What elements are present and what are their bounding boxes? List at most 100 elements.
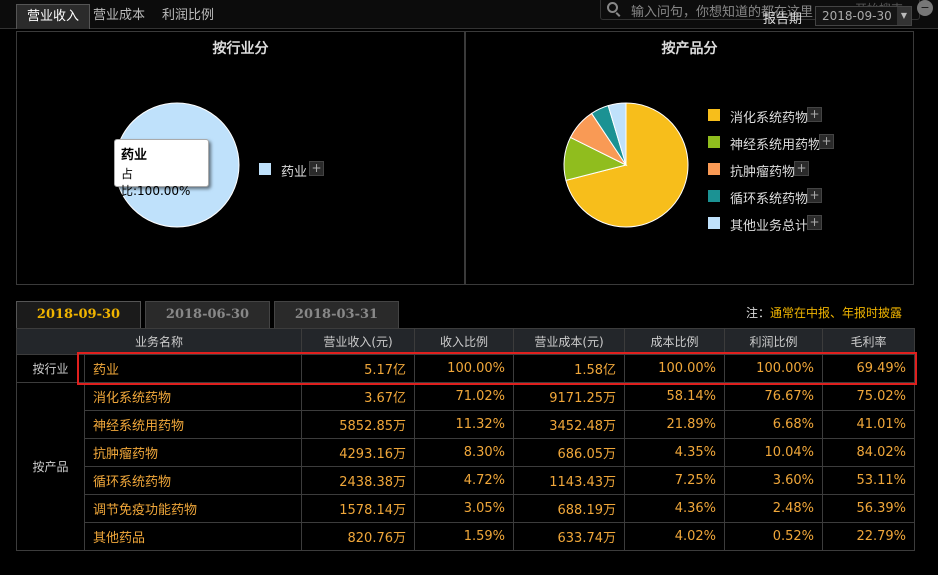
close-icon[interactable]: − xyxy=(917,0,933,16)
row-revenue-ratio: 8.30% xyxy=(414,438,515,467)
tooltip-title: 药业 xyxy=(121,148,148,163)
table-row[interactable]: 按行业 药业 5.17亿 100.00% 1.58亿 100.00% 100.0… xyxy=(16,354,916,383)
industry-pie-chart xyxy=(114,102,240,228)
header-cost[interactable]: 营业成本(元) xyxy=(513,328,626,355)
row-name: 调节免疫功能药物 xyxy=(83,494,303,523)
expand-plus-icon[interactable]: + xyxy=(309,161,324,176)
row-name: 神经系统用药物 xyxy=(83,410,303,439)
pie-tooltip: 药业 占比:100.00% xyxy=(114,139,209,198)
search-icon[interactable] xyxy=(607,2,618,13)
date-tab-2018-03-31[interactable]: 2018-03-31 xyxy=(274,301,399,328)
row-revenue-ratio: 1.59% xyxy=(414,522,515,551)
legend-label: 药业 xyxy=(281,165,308,180)
row-name: 消化系统药物 xyxy=(83,382,303,411)
expand-plus-icon[interactable]: + xyxy=(807,215,822,230)
row-cost-ratio: 4.36% xyxy=(624,494,726,523)
legend-swatch xyxy=(708,109,720,121)
row-revenue-ratio: 4.72% xyxy=(414,466,515,495)
expand-plus-icon[interactable]: + xyxy=(819,134,834,149)
table-row[interactable]: 抗肿瘤药物 4293.16万 8.30% 686.05万 4.35% 10.04… xyxy=(17,438,916,467)
row-revenue-ratio: 11.32% xyxy=(414,410,515,439)
row-revenue: 2438.38万 xyxy=(301,466,416,495)
row-revenue-ratio: 100.00% xyxy=(414,354,515,383)
row-cost-ratio: 21.89% xyxy=(624,410,726,439)
row-profit-ratio: 2.48% xyxy=(724,494,824,523)
row-revenue: 4293.16万 xyxy=(301,438,416,467)
row-revenue: 3.67亿 xyxy=(301,382,416,411)
legend-label: 循环系统药物 xyxy=(730,192,809,207)
row-profit-ratio: 3.60% xyxy=(724,466,824,495)
table-row[interactable]: 循环系统药物 2438.38万 4.72% 1143.43万 7.25% 3.6… xyxy=(17,466,916,495)
row-cost: 633.74万 xyxy=(513,522,626,551)
row-profit-ratio: 76.67% xyxy=(724,382,824,411)
header-revenue-ratio[interactable]: 收入比例 xyxy=(414,328,515,355)
legend-swatch xyxy=(259,163,271,175)
date-tab-2018-06-30[interactable]: 2018-06-30 xyxy=(145,301,270,328)
row-name: 其他药品 xyxy=(83,522,303,551)
row-cost-ratio: 58.14% xyxy=(624,382,726,411)
row-profit-ratio: 10.04% xyxy=(724,438,824,467)
legend-label: 消化系统药物 xyxy=(730,111,809,126)
table-header-row: 业务名称 营业收入(元) 收入比例 营业成本(元) 成本比例 利润比例 毛利率 xyxy=(15,328,916,355)
disclosure-note: 注：通常在中报、年报时披露 xyxy=(746,304,902,321)
row-cost: 686.05万 xyxy=(513,438,626,467)
header-revenue[interactable]: 营业收入(元) xyxy=(301,328,416,355)
header-business-name[interactable]: 业务名称 xyxy=(15,328,303,355)
table-row[interactable]: 神经系统用药物 5852.85万 11.32% 3452.48万 21.89% … xyxy=(17,410,916,439)
header-gross-margin[interactable]: 毛利率 xyxy=(822,328,916,355)
expand-plus-icon[interactable]: + xyxy=(794,161,809,176)
legend-swatch xyxy=(708,217,720,229)
row-cost: 3452.48万 xyxy=(513,410,626,439)
tab-cost[interactable]: 营业成本 xyxy=(83,4,155,29)
row-category: 按行业 xyxy=(16,354,85,383)
legend-swatch xyxy=(708,136,720,148)
row-gross-margin: 41.01% xyxy=(822,410,916,439)
legend-label: 抗肿瘤药物 xyxy=(730,165,796,180)
row-revenue: 820.76万 xyxy=(301,522,416,551)
date-tab-2018-09-30[interactable]: 2018-09-30 xyxy=(16,301,141,328)
chevron-down-icon[interactable]: ▼ xyxy=(897,7,911,25)
legend-swatch xyxy=(708,190,720,202)
expand-plus-icon[interactable]: + xyxy=(807,188,822,203)
row-revenue-ratio: 71.02% xyxy=(414,382,515,411)
business-table: 业务名称 营业收入(元) 收入比例 营业成本(元) 成本比例 利润比例 毛利率 … xyxy=(15,328,916,551)
product-pie-chart xyxy=(563,102,689,228)
legend-label: 神经系统用药物 xyxy=(730,138,822,153)
table-row[interactable]: 调节免疫功能药物 1578.14万 3.05% 688.19万 4.36% 2.… xyxy=(17,494,916,523)
row-cost: 9171.25万 xyxy=(513,382,626,411)
row-revenue: 5.17亿 xyxy=(301,354,416,383)
industry-chart-panel: 按行业分 药业 + 药业 占比:100.00% xyxy=(16,31,465,285)
row-gross-margin: 22.79% xyxy=(822,522,916,551)
tab-revenue[interactable]: 营业收入 xyxy=(16,4,91,29)
period-value: 2018-09-30 xyxy=(822,9,892,23)
table-row[interactable]: 其他药品 820.76万 1.59% 633.74万 4.02% 0.52% 2… xyxy=(17,522,916,551)
header-profit-ratio[interactable]: 利润比例 xyxy=(724,328,824,355)
legend-swatch xyxy=(708,163,720,175)
row-cost-ratio: 7.25% xyxy=(624,466,726,495)
row-cost: 1.58亿 xyxy=(513,354,626,383)
row-gross-margin: 56.39% xyxy=(822,494,916,523)
legend-label: 其他业务总计 xyxy=(730,219,809,234)
header-cost-ratio[interactable]: 成本比例 xyxy=(624,328,726,355)
row-revenue-ratio: 3.05% xyxy=(414,494,515,523)
row-gross-margin: 69.49% xyxy=(822,354,916,383)
table-row[interactable]: 按产品 消化系统药物 3.67亿 71.02% 9171.25万 58.14% … xyxy=(16,382,916,551)
row-revenue: 5852.85万 xyxy=(301,410,416,439)
tab-profit-ratio[interactable]: 利润比例 xyxy=(152,4,224,29)
period-label: 报告期 xyxy=(763,12,803,27)
row-name: 抗肿瘤药物 xyxy=(83,438,303,467)
row-profit-ratio: 100.00% xyxy=(724,354,824,383)
row-gross-margin: 84.02% xyxy=(822,438,916,467)
note-text: 通常在中报、年报时披露 xyxy=(770,306,903,320)
row-gross-margin: 53.11% xyxy=(822,466,916,495)
row-cost-ratio: 100.00% xyxy=(624,354,726,383)
row-profit-ratio: 0.52% xyxy=(724,522,824,551)
row-cost: 1143.43万 xyxy=(513,466,626,495)
expand-plus-icon[interactable]: + xyxy=(807,107,822,122)
product-chart-panel: 按产品分 消化系统药物 + 神经系统用药物 + 抗肿瘤药物 + 循环系统药物 +… xyxy=(465,31,914,285)
tooltip-value: 占比:100.00% xyxy=(121,167,191,198)
row-cost-ratio: 4.02% xyxy=(624,522,726,551)
note-prefix: 注： xyxy=(746,306,771,320)
period-select[interactable]: 2018-09-30 ▼ xyxy=(815,6,912,26)
row-name: 循环系统药物 xyxy=(83,466,303,495)
